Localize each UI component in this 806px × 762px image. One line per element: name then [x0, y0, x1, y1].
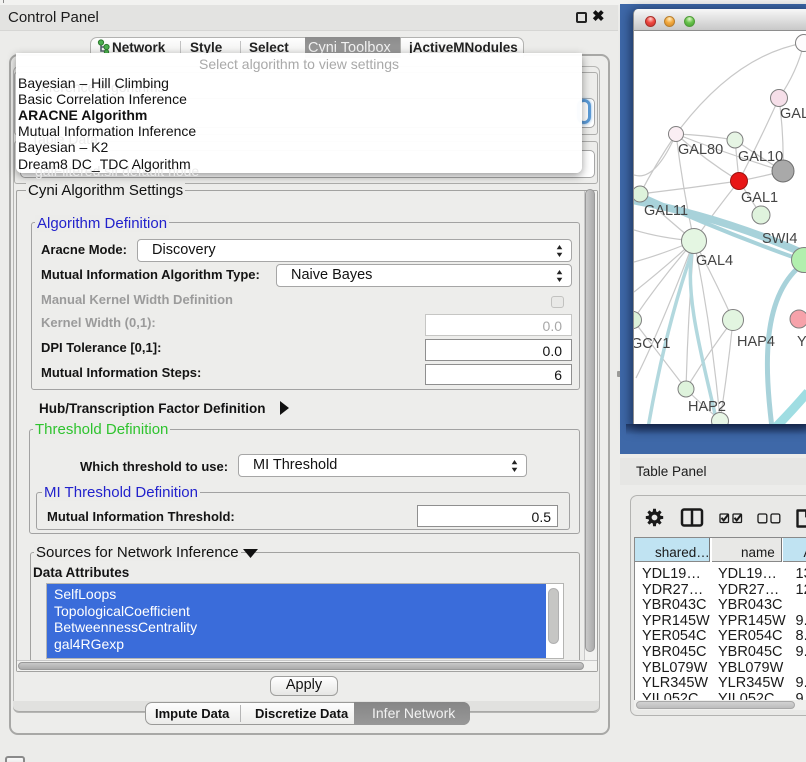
svg-text:GAL10: GAL10 — [738, 149, 783, 165]
svg-text:GAL80: GAL80 — [678, 142, 723, 158]
svg-text:GAL1: GAL1 — [741, 190, 778, 206]
svg-text:HAP4: HAP4 — [737, 334, 775, 350]
svg-text:SWI4: SWI4 — [762, 231, 797, 247]
svg-text:GAL4: GAL4 — [696, 253, 733, 269]
svg-text:GAL7: GAL7 — [780, 106, 806, 122]
svg-text:HAP2: HAP2 — [688, 399, 726, 415]
svg-text:GAL11: GAL11 — [644, 203, 688, 219]
svg-text:GCY1: GCY1 — [634, 336, 671, 352]
svg-text:Y: Y — [797, 334, 806, 350]
